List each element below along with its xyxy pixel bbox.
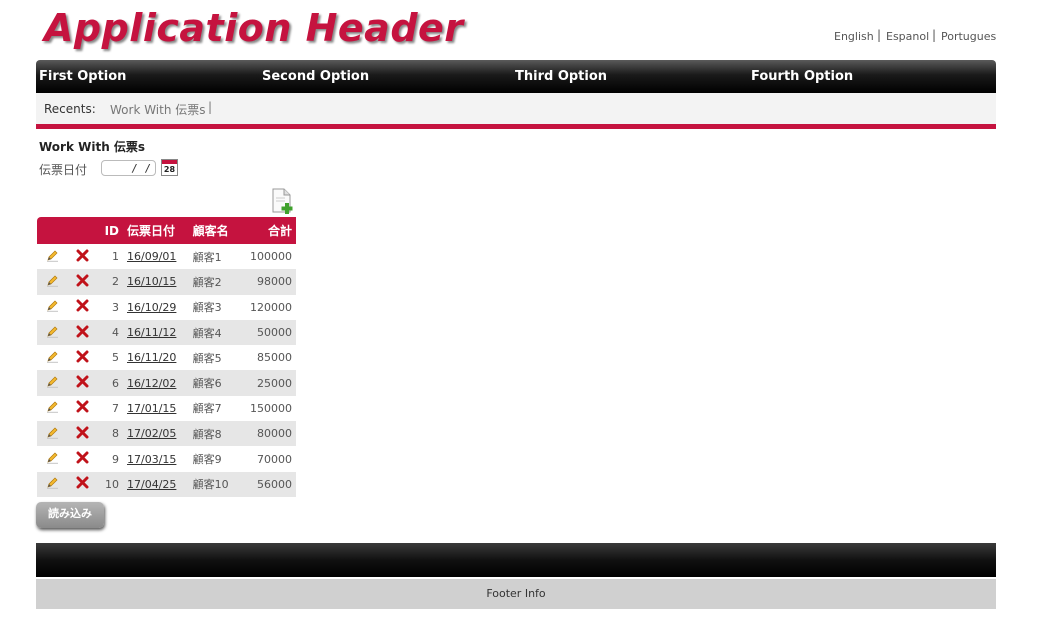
- cell-id: 5: [112, 351, 119, 365]
- delete-x-icon[interactable]: [76, 426, 89, 442]
- cell-customer: 顧客3: [192, 301, 222, 315]
- cell-id: 4: [97, 319, 123, 346]
- cell-date-link[interactable]: 16/10/29: [127, 301, 176, 314]
- menu-first-option[interactable]: First Option: [39, 69, 126, 84]
- pencil-icon[interactable]: [46, 375, 59, 391]
- app-header-title: Application Header: [44, 6, 464, 50]
- cell-total: 70000: [257, 452, 292, 466]
- delete-x-icon[interactable]: [76, 400, 89, 416]
- footer-bar: [36, 543, 996, 577]
- recents-bar: Recents: Work With 伝票s |: [36, 93, 996, 129]
- cell-total: 56000: [238, 471, 296, 497]
- table-row: 4 16/11/12 顧客4 50000: [37, 319, 296, 346]
- cell-customer: 顧客5: [192, 351, 222, 365]
- cell-customer: 顧客8: [188, 421, 239, 447]
- table-row: 2 16/10/15 顧客2 98000: [37, 269, 296, 295]
- pencil-icon[interactable]: [46, 274, 59, 290]
- calendar-icon[interactable]: 28: [161, 159, 178, 176]
- cell-date-link[interactable]: 16/11/12: [127, 326, 176, 339]
- cell-total: 50000: [238, 319, 296, 346]
- cell-id: 2: [97, 269, 123, 295]
- page-title: Work With 伝票s: [39, 140, 146, 154]
- table-row: 10 17/04/25 顧客10 56000: [37, 471, 296, 497]
- cell-date-link[interactable]: 17/02/05: [127, 427, 176, 440]
- recents-label: Recents:: [44, 102, 96, 116]
- pencil-icon[interactable]: [46, 426, 59, 442]
- pencil-icon[interactable]: [46, 451, 59, 467]
- cell-date-link[interactable]: 16/09/01: [127, 250, 176, 263]
- cell-id: 9: [112, 452, 119, 466]
- menu-fourth-option[interactable]: Fourth Option: [751, 69, 853, 84]
- menu-third-option[interactable]: Third Option: [515, 69, 607, 84]
- cell-id: 10: [97, 471, 123, 497]
- cell-total: 150000: [250, 401, 292, 415]
- table-row: 6 16/12/02 顧客6 25000: [37, 370, 296, 396]
- cell-total: 85000: [257, 351, 292, 365]
- cell-total: 100000: [250, 250, 292, 264]
- footer-info: Footer Info: [36, 579, 996, 609]
- pencil-icon[interactable]: [46, 476, 59, 492]
- cell-id: 7: [112, 401, 119, 415]
- cell-customer: 顧客6: [188, 370, 239, 396]
- menu-second-option[interactable]: Second Option: [262, 69, 369, 84]
- voucher-grid: ID 伝票日付 顧客名 合計 1 16/09/01 顧客1 100000 2 16/10/…: [37, 217, 296, 497]
- col-header-customer[interactable]: 顧客名: [188, 217, 239, 244]
- calendar-icon-day: 28: [163, 165, 176, 174]
- cell-date-link[interactable]: 17/03/15: [127, 453, 176, 466]
- cell-date-link[interactable]: 17/01/15: [127, 402, 176, 415]
- delete-x-icon[interactable]: [76, 476, 89, 492]
- cell-id: 1: [112, 250, 119, 264]
- table-row: 5 16/11/20 顧客5 85000: [37, 345, 296, 370]
- cell-id: 3: [112, 300, 119, 314]
- cell-date-link[interactable]: 17/04/25: [127, 478, 176, 491]
- cell-total: 25000: [238, 370, 296, 396]
- pencil-icon[interactable]: [46, 350, 59, 366]
- delete-x-icon[interactable]: [76, 325, 89, 341]
- date-filter-input[interactable]: / /: [101, 160, 156, 176]
- recent-item-work-with[interactable]: Work With 伝票s: [110, 101, 206, 118]
- cell-date-link[interactable]: 16/11/20: [127, 351, 176, 364]
- col-header-id[interactable]: ID: [97, 217, 123, 244]
- cell-customer: 顧客9: [192, 453, 222, 467]
- cell-date-link[interactable]: 16/10/15: [127, 275, 176, 288]
- cell-customer: 顧客4: [188, 319, 239, 346]
- cell-customer: 顧客1: [192, 250, 222, 264]
- delete-x-icon[interactable]: [76, 350, 89, 366]
- cell-id: 8: [97, 421, 123, 447]
- delete-x-icon[interactable]: [76, 451, 89, 467]
- grid-header-row: ID 伝票日付 顧客名 合計: [37, 217, 296, 244]
- delete-x-icon[interactable]: [76, 274, 89, 290]
- col-header-total[interactable]: 合計: [238, 217, 296, 244]
- lang-english-link[interactable]: English: [834, 30, 874, 43]
- delete-x-icon[interactable]: [76, 249, 89, 265]
- cell-total: 98000: [238, 269, 296, 295]
- table-row: 3 16/10/29 顧客3 120000: [37, 295, 296, 320]
- load-button[interactable]: 読み込み: [36, 502, 104, 528]
- delete-x-icon[interactable]: [76, 299, 89, 315]
- recent-separator: |: [208, 100, 213, 114]
- pencil-icon[interactable]: [46, 400, 59, 416]
- cell-customer: 顧客7: [192, 402, 222, 416]
- cell-customer: 顧客2: [188, 269, 239, 295]
- table-row: 1 16/09/01 顧客1 100000: [37, 244, 296, 269]
- delete-x-icon[interactable]: [76, 375, 89, 391]
- lang-portugues-link[interactable]: Portugues: [941, 30, 996, 43]
- main-menu-bar: First Option Second Option Third Option …: [36, 60, 996, 93]
- table-row: 9 17/03/15 顧客9 70000: [37, 446, 296, 471]
- cell-total: 120000: [250, 300, 292, 314]
- cell-total: 80000: [238, 421, 296, 447]
- table-row: 8 17/02/05 顧客8 80000: [37, 421, 296, 447]
- cell-customer: 顧客10: [188, 471, 239, 497]
- table-row: 7 17/01/15 顧客7 150000: [37, 396, 296, 421]
- cell-id: 6: [97, 370, 123, 396]
- col-header-date[interactable]: 伝票日付: [123, 217, 189, 244]
- pencil-icon[interactable]: [46, 325, 59, 341]
- pencil-icon[interactable]: [46, 299, 59, 315]
- date-filter-label: 伝票日付: [39, 163, 88, 177]
- lang-espanol-link[interactable]: Espanol: [886, 30, 929, 43]
- cell-date-link[interactable]: 16/12/02: [127, 377, 176, 390]
- pencil-icon[interactable]: [46, 249, 59, 265]
- add-document-icon[interactable]: [270, 188, 294, 214]
